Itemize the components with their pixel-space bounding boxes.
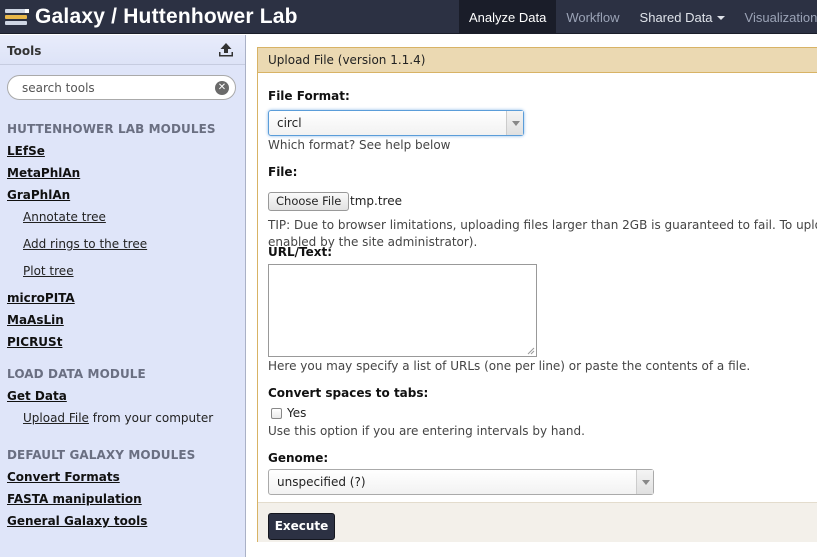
file-format-value: circl: [277, 116, 302, 130]
tool-get-data[interactable]: Get Data: [7, 389, 67, 403]
execute-button[interactable]: Execute: [268, 513, 335, 540]
clear-search-icon[interactable]: ✕: [215, 81, 229, 95]
genome-value: unspecified (?): [277, 475, 366, 489]
form-body: File Format: circl Which format? See hel…: [258, 74, 817, 542]
file-format-select[interactable]: circl: [268, 110, 524, 136]
tab-label: Shared Data: [639, 9, 713, 25]
file-tip-line1: TIP: Due to browser limitations, uploadi…: [268, 218, 817, 232]
section-load-data: LOAD DATA MODULE: [7, 367, 146, 381]
upload-file-item: Upload File from your computer: [23, 411, 213, 425]
file-label: File:: [268, 165, 298, 179]
masthead: Galaxy / Huttenhower Lab Analyze Data Wo…: [0, 0, 817, 34]
tool-panel-header: Tools: [0, 35, 245, 65]
tab-analyze-data[interactable]: Analyze Data: [459, 0, 557, 34]
brand[interactable]: Galaxy / Huttenhower Lab: [4, 0, 298, 34]
tool-fasta-manipulation[interactable]: FASTA manipulation: [7, 492, 142, 506]
dropdown-arrow-icon[interactable]: [506, 111, 523, 135]
tool-general-galaxy[interactable]: General Galaxy tools: [7, 514, 147, 528]
file-format-label: File Format:: [268, 89, 350, 103]
tab-shared-data[interactable]: Shared Data: [630, 0, 735, 34]
url-text-help: Here you may specify a list of URLs (one…: [268, 359, 751, 373]
selected-file-name: tmp.tree: [350, 194, 402, 208]
choose-file-button[interactable]: Choose File: [268, 192, 350, 211]
genome-label: Genome:: [268, 451, 329, 465]
convert-spaces-checkbox[interactable]: [271, 408, 282, 419]
tab-label: Workflow: [566, 9, 620, 25]
upload-file-suffix: from your computer: [88, 411, 214, 425]
genome-select[interactable]: unspecified (?): [268, 469, 654, 495]
tool-search[interactable]: ✕: [7, 75, 236, 100]
brand-title[interactable]: Galaxy / Huttenhower Lab: [35, 5, 298, 29]
tab-visualization[interactable]: Visualization: [735, 0, 817, 34]
file-format-help: Which format? See help below: [268, 138, 451, 152]
tool-plot-tree[interactable]: Plot tree: [23, 264, 74, 278]
tool-panel: Tools ✕ HUTTENHOWER LAB MODULES LEfSe Me…: [0, 35, 246, 557]
convert-spaces-help: Use this option if you are entering inte…: [268, 424, 585, 438]
tool-add-rings[interactable]: Add rings to the tree: [23, 237, 147, 251]
tool-panel-title: Tools: [7, 44, 42, 58]
tool-metaphlan[interactable]: MetaPhlAn: [7, 166, 80, 180]
tool-picrust[interactable]: PICRUSt: [7, 335, 62, 349]
tool-convert-formats[interactable]: Convert Formats: [7, 470, 120, 484]
tool-graphlan[interactable]: GraPhlAn: [7, 188, 70, 202]
tool-micropita[interactable]: microPITA: [7, 291, 75, 305]
form-title: Upload File (version 1.1.4): [258, 48, 817, 73]
tab-label: Visualization: [744, 9, 817, 25]
section-default: DEFAULT GALAXY MODULES: [7, 448, 196, 462]
tool-maaslin[interactable]: MaAsLin: [7, 313, 64, 327]
convert-spaces-label: Convert spaces to tabs:: [268, 386, 429, 400]
tool-lefse[interactable]: LEfSe: [7, 144, 45, 158]
url-text-area[interactable]: [268, 264, 537, 357]
search-input[interactable]: [22, 81, 207, 95]
form-footer: Execute: [258, 502, 817, 542]
url-text-label: URL/Text:: [268, 245, 333, 259]
tool-annotate-tree[interactable]: Annotate tree: [23, 210, 106, 224]
center-panel: Upload File (version 1.1.4) File Format:…: [247, 35, 817, 557]
main-nav: Analyze Data Workflow Shared Data Visual…: [459, 0, 817, 34]
upload-icon[interactable]: [217, 41, 235, 59]
resize-grip-icon[interactable]: [527, 347, 535, 355]
tab-label: Analyze Data: [469, 9, 547, 25]
tab-workflow[interactable]: Workflow: [556, 0, 629, 34]
section-huttenhower: HUTTENHOWER LAB MODULES: [7, 122, 216, 136]
convert-spaces-option[interactable]: Yes: [287, 406, 306, 420]
dropdown-arrow-icon[interactable]: [636, 470, 653, 494]
tool-upload-file[interactable]: Upload File: [23, 411, 89, 425]
galaxy-logo-icon: [4, 6, 30, 28]
caret-down-icon: [716, 16, 725, 20]
upload-form: Upload File (version 1.1.4) File Format:…: [257, 47, 817, 542]
